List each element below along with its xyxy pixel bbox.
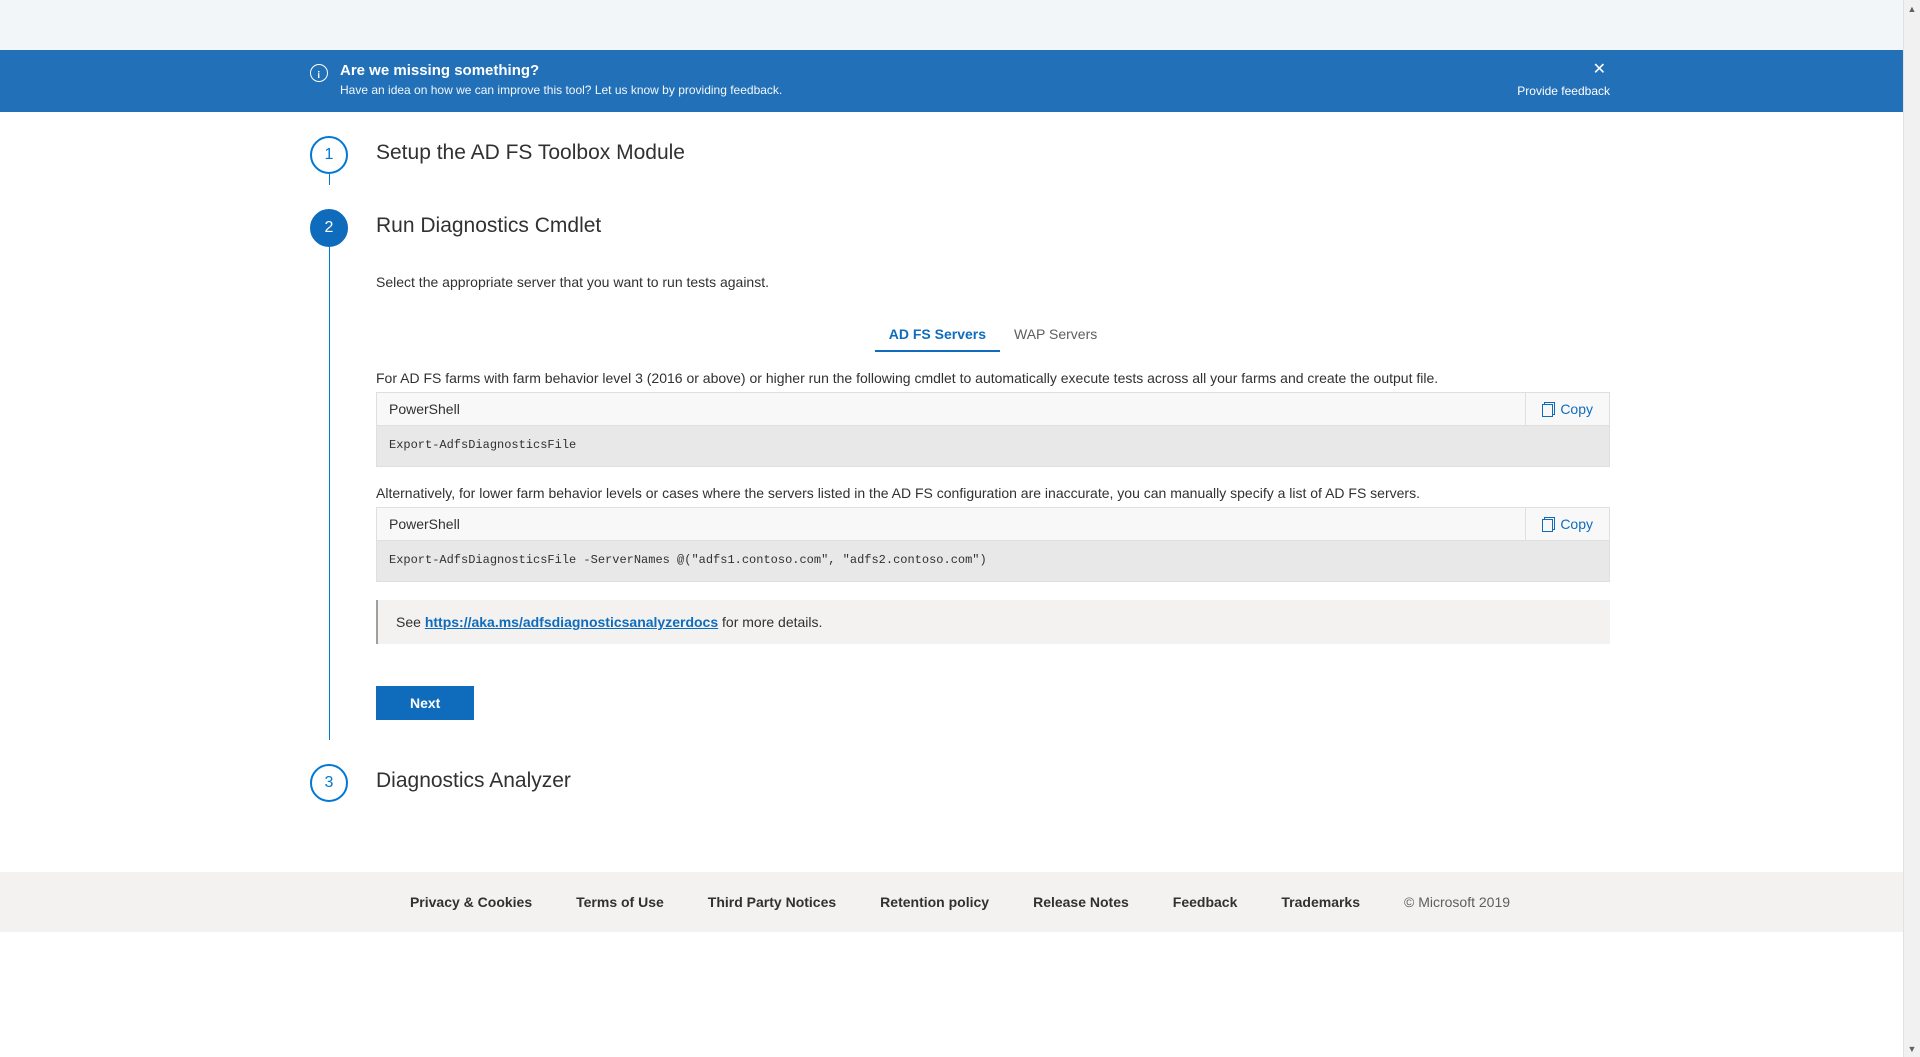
code-lang-label: PowerShell: [377, 508, 472, 540]
copy-icon: [1542, 402, 1554, 416]
code-block-1: PowerShell Copy Export-AdfsDiagnosticsFi…: [376, 392, 1610, 467]
step-connector: [329, 247, 330, 740]
footer-retention[interactable]: Retention policy: [880, 894, 989, 910]
step-3-badge[interactable]: 3: [310, 764, 348, 802]
code-content-1[interactable]: Export-AdfsDiagnosticsFile: [377, 426, 1609, 466]
vertical-scrollbar[interactable]: ▲ ▼: [1903, 0, 1920, 1057]
note-link[interactable]: https://aka.ms/adfsdiagnosticsanalyzerdo…: [425, 614, 718, 630]
scroll-up-arrow[interactable]: ▲: [1904, 0, 1920, 17]
info-icon: [310, 64, 328, 82]
copy-label: Copy: [1560, 516, 1593, 532]
close-icon[interactable]: ✕: [1589, 62, 1610, 78]
feedback-banner: Are we missing something? Have an idea o…: [0, 50, 1920, 112]
step-3-title: Diagnostics Analyzer: [376, 764, 1610, 793]
step-1-title: Setup the AD FS Toolbox Module: [376, 136, 1610, 165]
step-2-intro: Select the appropriate server that you w…: [376, 274, 1610, 290]
code-content-2[interactable]: Export-AdfsDiagnosticsFile -ServerNames …: [377, 541, 1609, 581]
copy-button-1[interactable]: Copy: [1525, 393, 1609, 425]
note-box: See https://aka.ms/adfsdiagnosticsanalyz…: [376, 600, 1610, 644]
footer-trademarks[interactable]: Trademarks: [1281, 894, 1360, 910]
footer-privacy[interactable]: Privacy & Cookies: [410, 894, 532, 910]
next-button[interactable]: Next: [376, 686, 474, 720]
banner-title: Are we missing something?: [340, 62, 1497, 79]
footer-terms[interactable]: Terms of Use: [576, 894, 664, 910]
top-spacer: [0, 0, 1920, 50]
footer-feedback[interactable]: Feedback: [1173, 894, 1238, 910]
main-content: 1 Setup the AD FS Toolbox Module 2 Run D…: [295, 112, 1625, 842]
tab-adfs-servers[interactable]: AD FS Servers: [875, 320, 1000, 352]
instruction-1: For AD FS farms with farm behavior level…: [376, 370, 1610, 386]
copy-button-2[interactable]: Copy: [1525, 508, 1609, 540]
instruction-2: Alternatively, for lower farm behavior l…: [376, 485, 1610, 501]
code-block-2: PowerShell Copy Export-AdfsDiagnosticsFi…: [376, 507, 1610, 582]
provide-feedback-link[interactable]: Provide feedback: [1517, 84, 1610, 98]
step-2-badge[interactable]: 2: [310, 209, 348, 247]
step-2-title: Run Diagnostics Cmdlet: [376, 209, 1610, 238]
copy-icon: [1542, 517, 1554, 531]
note-prefix: See: [396, 614, 425, 630]
tab-wap-servers[interactable]: WAP Servers: [1000, 320, 1111, 352]
step-1-badge[interactable]: 1: [310, 136, 348, 174]
copy-label: Copy: [1560, 401, 1593, 417]
page-footer: Privacy & Cookies Terms of Use Third Par…: [0, 872, 1920, 932]
code-lang-label: PowerShell: [377, 393, 472, 425]
banner-subtitle: Have an idea on how we can improve this …: [340, 83, 1497, 97]
step-connector: [329, 174, 330, 185]
server-tabs: AD FS Servers WAP Servers: [376, 320, 1610, 352]
scroll-down-arrow[interactable]: ▼: [1904, 1040, 1920, 1057]
note-suffix: for more details.: [722, 614, 822, 630]
footer-copyright: © Microsoft 2019: [1404, 894, 1510, 910]
footer-release[interactable]: Release Notes: [1033, 894, 1129, 910]
footer-thirdparty[interactable]: Third Party Notices: [708, 894, 836, 910]
